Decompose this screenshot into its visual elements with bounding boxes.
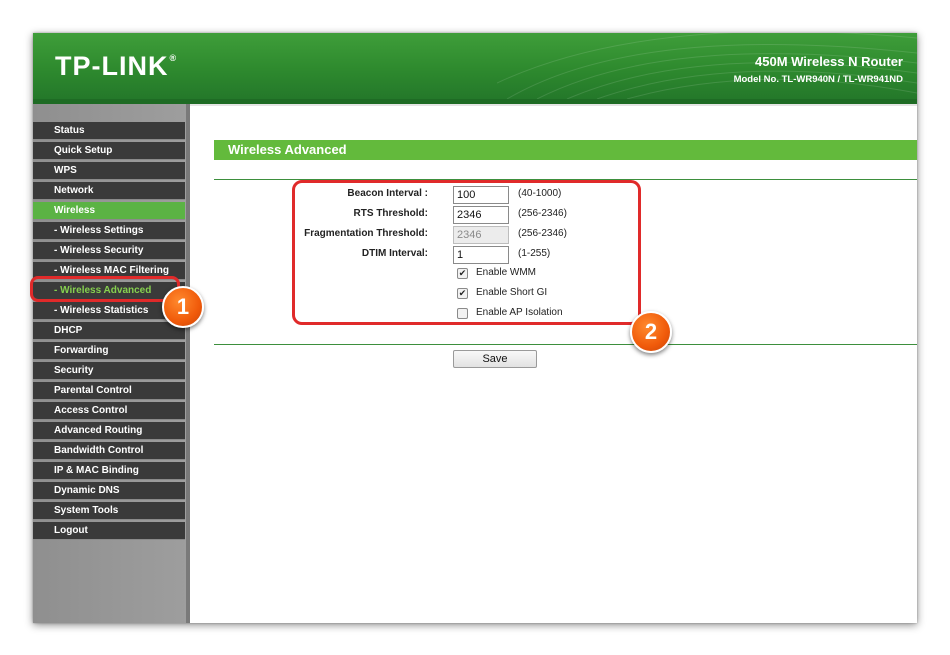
sidebar-item-status[interactable]: Status: [33, 122, 185, 140]
sidebar-item-network[interactable]: Network: [33, 182, 185, 200]
annotation-highlight-wireless-advanced: [30, 276, 180, 302]
annotation-step-badge-2: 2: [630, 311, 672, 353]
sidebar-item-system-tools[interactable]: System Tools: [33, 502, 185, 520]
save-button[interactable]: Save: [453, 350, 537, 368]
sidebar-item-forwarding[interactable]: Forwarding: [33, 342, 185, 360]
registered-mark: ®: [169, 53, 178, 63]
sidebar-item-ip-mac-binding[interactable]: IP & MAC Binding: [33, 462, 185, 480]
sidebar-item-wireless-settings[interactable]: - Wireless Settings: [33, 222, 185, 240]
sidebar-item-quick-setup[interactable]: Quick Setup: [33, 142, 185, 160]
sidebar-item-parental-control[interactable]: Parental Control: [33, 382, 185, 400]
annotation-step-badge-1: 1: [162, 286, 204, 328]
sidebar-item-wireless-security[interactable]: - Wireless Security: [33, 242, 185, 260]
sidebar-item-security[interactable]: Security: [33, 362, 185, 380]
logo-text: TP-LINK: [55, 51, 169, 81]
sidebar-item-advanced-routing[interactable]: Advanced Routing: [33, 422, 185, 440]
header-banner: TP-LINK® 450M Wireless N Router Model No…: [33, 33, 917, 99]
sidebar-item-dynamic-dns[interactable]: Dynamic DNS: [33, 482, 185, 500]
sidebar-item-access-control[interactable]: Access Control: [33, 402, 185, 420]
sidebar-item-logout[interactable]: Logout: [33, 522, 185, 540]
sidebar-item-wireless[interactable]: Wireless: [33, 202, 185, 220]
content-top-border: [190, 104, 917, 106]
model-number: Model No. TL-WR940N / TL-WR941ND: [733, 74, 903, 85]
sidebar-item-bandwidth-control[interactable]: Bandwidth Control: [33, 442, 185, 460]
annotation-highlight-settings: [292, 180, 641, 325]
tp-link-logo: TP-LINK®: [55, 51, 176, 82]
router-admin-window: TP-LINK® 450M Wireless N Router Model No…: [33, 33, 917, 623]
sidebar-item-dhcp[interactable]: DHCP: [33, 322, 185, 340]
product-name: 450M Wireless N Router: [755, 54, 903, 69]
sidebar-item-wps[interactable]: WPS: [33, 162, 185, 180]
bottom-divider: [214, 344, 917, 345]
page-title: Wireless Advanced: [214, 140, 917, 160]
